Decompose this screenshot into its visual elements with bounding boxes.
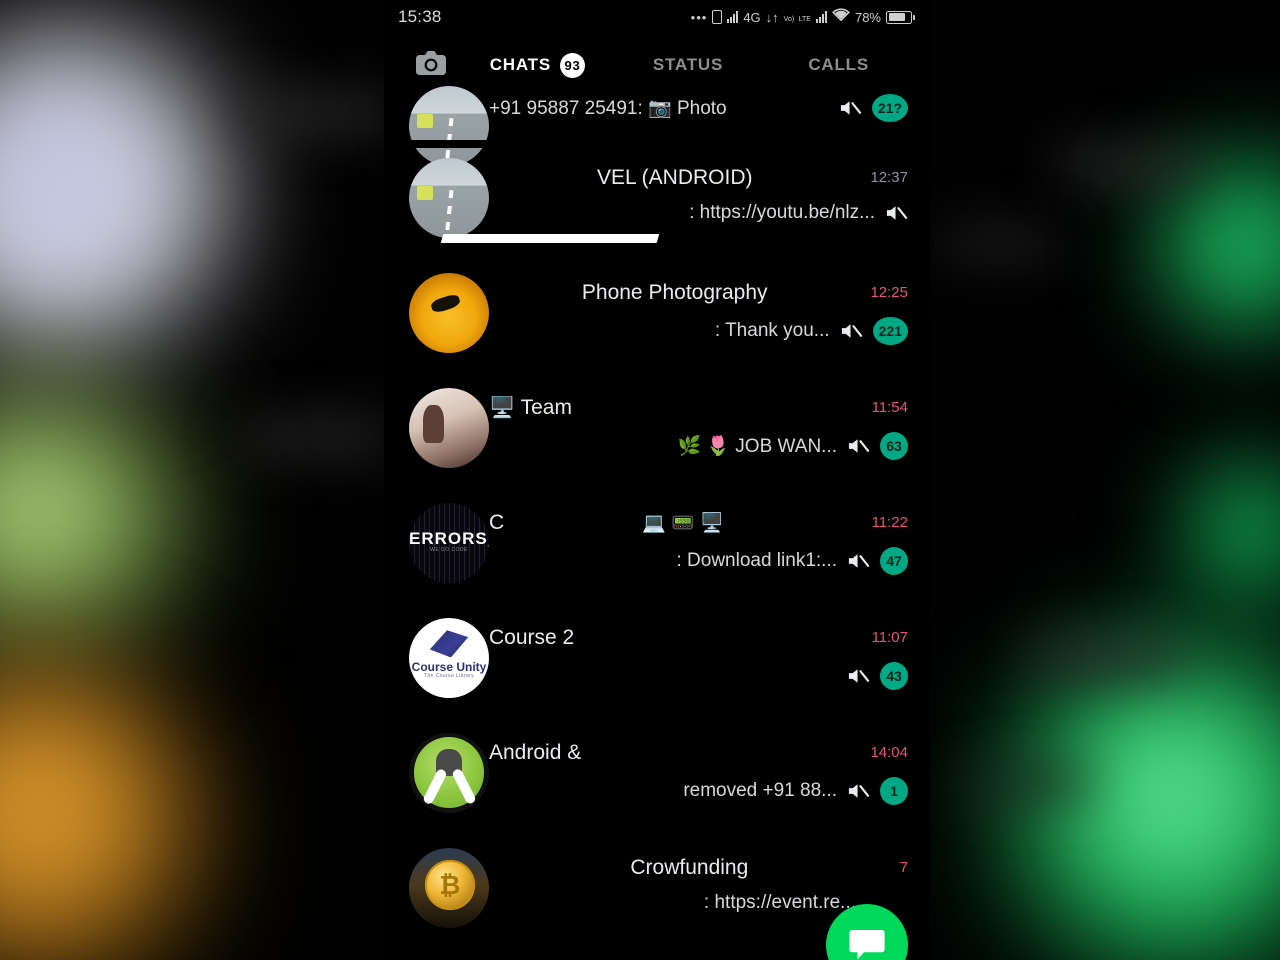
unread-count-badge: 21? bbox=[871, 93, 908, 122]
unread-count-badge: 221 bbox=[872, 316, 908, 345]
avatar bbox=[409, 157, 489, 238]
avatar-logo-subtext: The Course Library bbox=[424, 672, 474, 679]
phone-screen: 15:38 ••• 4G ↓↑ Vo) LTE 78% CHATS 93 STA… bbox=[384, 0, 930, 960]
signal-bars-2-icon bbox=[815, 11, 827, 23]
chat-bubble-icon bbox=[849, 930, 885, 960]
bg-blob-green-right-top bbox=[1180, 455, 1280, 605]
list-item[interactable]: Course Unity The Course Library Course 2… bbox=[384, 600, 930, 715]
chat-timestamp: 11:22 bbox=[871, 514, 908, 531]
chat-title: 🖥️ Team bbox=[489, 395, 572, 419]
chat-message-preview: 🌿 🌷 JOB WAN... bbox=[677, 435, 837, 457]
chat-message-preview: : Download link1:... bbox=[676, 549, 837, 571]
avatar-logo-mark bbox=[429, 630, 469, 658]
avatar: ERRORS_ WE DO CODE bbox=[409, 502, 489, 583]
bg-ghost-row-4 bbox=[1030, 640, 1180, 674]
signal-bars-icon bbox=[727, 11, 739, 23]
bitcoin-icon bbox=[425, 860, 475, 910]
list-item[interactable]: Android & 14:04 removed +91 88... 1 bbox=[384, 715, 930, 830]
avatar bbox=[409, 847, 489, 928]
mute-icon bbox=[840, 100, 862, 115]
bg-ghost-row-5 bbox=[940, 230, 1060, 256]
list-item[interactable]: Phone Photography 12:25 : Thank you... 2… bbox=[384, 255, 930, 370]
avatar-logo-text: ERRORS_ bbox=[409, 528, 489, 548]
list-item[interactable]: 🖥️ Team 11:54 🌿 🌷 JOB WAN... 63 bbox=[384, 370, 930, 485]
bg-ghost-row-6 bbox=[960, 770, 1090, 796]
bg-ghost-row-3 bbox=[1060, 150, 1200, 180]
chat-timestamp: 11:07 bbox=[871, 629, 908, 646]
scroll-indicator[interactable] bbox=[440, 234, 660, 243]
chat-timestamp: 7 bbox=[899, 859, 908, 876]
vibrate-icon bbox=[712, 10, 723, 24]
mute-icon bbox=[841, 323, 862, 338]
bg-blob-white-lavender bbox=[0, 30, 230, 360]
bg-ghost-row-2 bbox=[240, 420, 390, 454]
chat-timestamp: 14:04 bbox=[870, 744, 908, 761]
unread-count-badge: 47 bbox=[880, 546, 908, 575]
battery-percent-label: 78% bbox=[854, 9, 881, 25]
chat-title-emoji: 💻 📟 🖥️ bbox=[642, 512, 724, 534]
avatar: Course Unity The Course Library bbox=[409, 617, 489, 698]
chat-message-preview: : https://youtu.be/nlz... bbox=[689, 201, 875, 223]
mute-icon bbox=[886, 205, 908, 220]
data-arrow-icon: ↓↑ bbox=[765, 9, 779, 25]
chat-list[interactable]: +91 95887 25491: 📷 Photo 21? VEL (ANDROI… bbox=[384, 85, 930, 960]
more-dots-icon: ••• bbox=[690, 9, 708, 25]
unread-count-badge: 43 bbox=[880, 661, 908, 690]
avatar bbox=[409, 272, 489, 353]
list-top-mask bbox=[384, 140, 930, 148]
bg-blob-green-left bbox=[0, 390, 190, 650]
list-item[interactable]: ERRORS_ WE DO CODE C 💻 📟 🖥️ 11:22 : Down… bbox=[384, 485, 930, 600]
bg-blob-amber-left bbox=[0, 660, 200, 960]
chat-timestamp: 12:37 bbox=[870, 169, 908, 186]
mute-icon bbox=[848, 553, 870, 568]
chat-title: Android & bbox=[489, 740, 582, 764]
volte-icon: Vo) LTE bbox=[783, 16, 811, 23]
chat-message-preview: +91 95887 25491: 📷 Photo bbox=[489, 97, 727, 119]
network-type-label: 4G bbox=[743, 9, 761, 25]
avatar bbox=[409, 387, 489, 468]
bg-blob-green-right-large bbox=[1010, 640, 1280, 960]
bg-ghost-row-1 bbox=[240, 96, 390, 130]
avatar bbox=[409, 732, 489, 813]
mute-icon bbox=[848, 668, 870, 683]
battery-icon bbox=[886, 10, 915, 24]
unread-count-badge: 63 bbox=[880, 431, 908, 460]
wifi-icon bbox=[832, 8, 850, 26]
chat-title: Course 2 bbox=[489, 625, 575, 649]
chat-title: Phone Photography bbox=[581, 280, 768, 304]
chat-title: VEL (ANDROID) bbox=[596, 165, 753, 189]
chat-message-preview: removed +91 88... bbox=[683, 779, 837, 801]
chat-title: Crowfunding bbox=[630, 855, 749, 879]
avatar-logo-subtext: WE DO CODE bbox=[430, 547, 468, 554]
status-bar: 15:38 ••• 4G ↓↑ Vo) LTE 78% bbox=[384, 0, 930, 34]
unread-count-badge: 1 bbox=[880, 776, 908, 805]
chat-message-preview: : Thank you... bbox=[714, 319, 830, 341]
mute-icon bbox=[848, 438, 870, 453]
chat-timestamp: 12:25 bbox=[870, 284, 908, 301]
chat-timestamp: 11:54 bbox=[871, 399, 908, 416]
chat-title: C bbox=[489, 510, 505, 534]
status-clock: 15:38 bbox=[398, 7, 442, 26]
mute-icon bbox=[848, 783, 870, 798]
